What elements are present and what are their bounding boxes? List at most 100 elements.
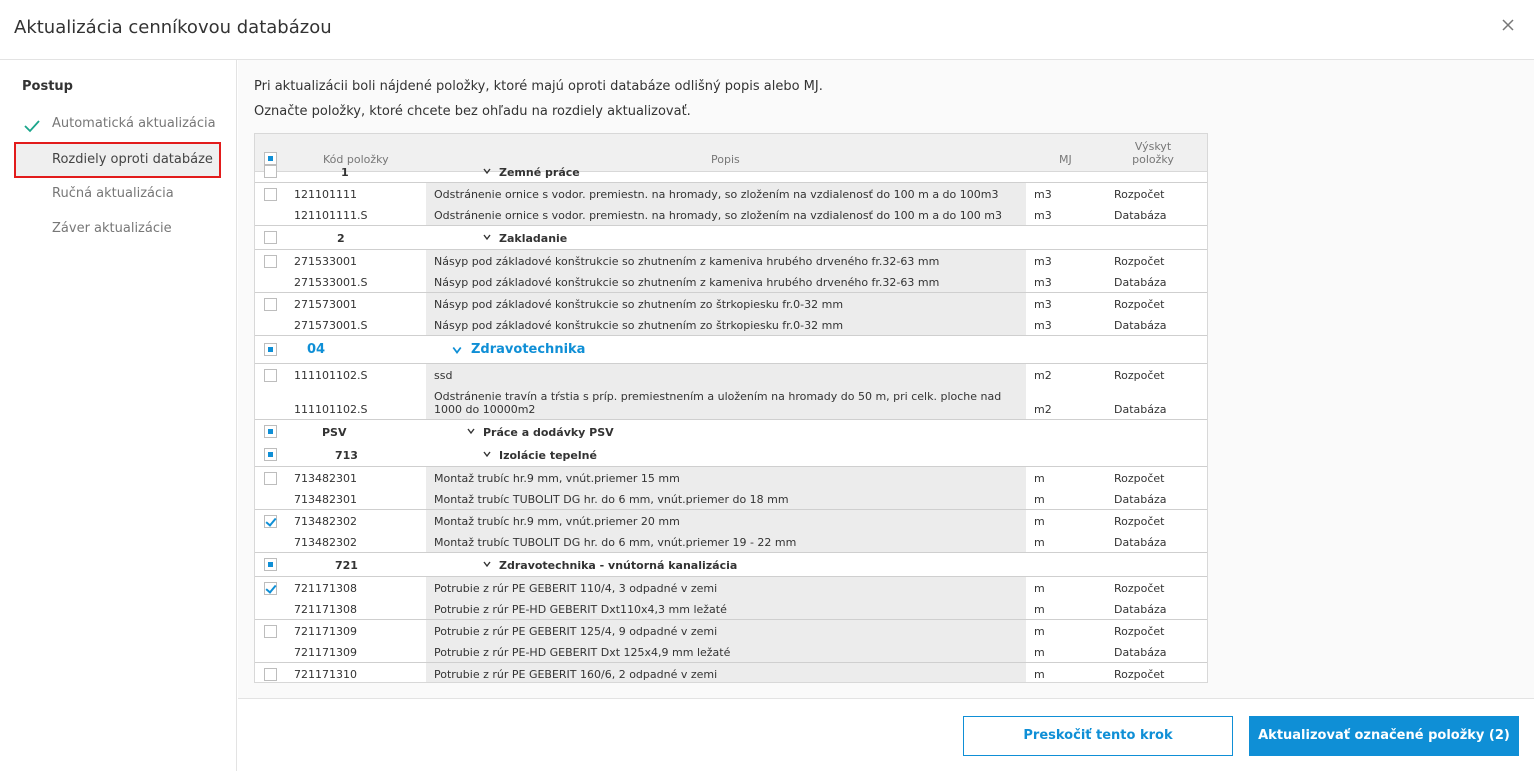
step-manual-update[interactable]: Ručná aktualizácia [52,186,174,201]
item-description: Potrubie z rúr PE GEBERIT 160/6, 2 odpad… [434,668,718,681]
steps-sidebar: Postup Automatická aktualizácia Rozdiely… [0,60,237,771]
dialog-title: Aktualizácia cenníkovou databázou [14,17,332,38]
chevron-down-icon[interactable] [467,427,475,435]
table-row: 111101102.S ssd m2 Rozpočet 111101102.S … [255,364,1207,419]
row-checkbox[interactable] [264,582,277,595]
item-source: Rozpočet [1114,369,1165,382]
chevron-down-icon[interactable] [452,345,462,355]
item-unit: m3 [1034,319,1052,332]
group-name: Zemné práce [499,166,580,179]
item-code: 271533001 [294,255,357,268]
item-code: 271533001.S [294,276,368,289]
group-name: Zdravotechnika - vnútorná kanalizácia [499,559,738,572]
item-description: Potrubie z rúr PE-HD GEBERIT Dxt110x4,3 … [434,603,727,616]
group-row: 721 Zdravotechnika - vnútorná kanalizáci… [255,553,1207,576]
item-code: 713482302 [294,536,357,549]
item-code: 271573001.S [294,319,368,332]
step-automatic-update[interactable]: Automatická aktualizácia [52,116,216,131]
item-unit: m [1034,603,1045,616]
differences-table: Kód položky Popis MJ Výskyt položky 1 Ze… [254,133,1208,683]
item-source: Rozpočet [1114,298,1165,311]
item-description: Potrubie z rúr PE GEBERIT 110/4, 3 odpad… [434,582,718,595]
row-checkbox[interactable] [264,343,277,356]
item-source: Rozpočet [1114,472,1165,485]
column-header-occurrence: Výskyt položky [1132,140,1174,166]
item-unit: m3 [1034,298,1052,311]
item-code: 721171308 [294,603,357,616]
item-source: Databáza [1114,403,1167,416]
item-code: 111101102.S [294,369,368,382]
main-content: Pri aktualizácii boli nájdené položky, k… [238,60,1534,698]
checkmark-icon [24,118,40,133]
row-checkbox[interactable] [264,448,277,461]
row-checkbox[interactable] [264,472,277,485]
item-code: 721171309 [294,625,357,638]
step-update-conclusion[interactable]: Záver aktualizácie [52,221,172,236]
item-code: 121101111 [294,188,357,201]
row-checkbox[interactable] [264,625,277,638]
row-checkbox[interactable] [264,425,277,438]
item-unit: m [1034,515,1045,528]
item-source: Databáza [1114,493,1167,506]
table-row: 721171309 Potrubie z rúr PE GEBERIT 125/… [255,620,1207,662]
item-description: Násyp pod základové konštrukcie so zhutn… [434,255,940,268]
update-selected-button[interactable]: Aktualizovať označené položky (2) [1249,716,1519,756]
item-code: 713482301 [294,493,357,506]
item-source: Rozpočet [1114,625,1165,638]
item-description: Násyp pod základové konštrukcie so zhutn… [434,319,844,332]
row-checkbox[interactable] [264,298,277,311]
item-unit: m2 [1034,369,1052,382]
item-source: Databáza [1114,209,1167,222]
group-row: 1 Zemné práce [255,164,1207,180]
item-unit: m [1034,493,1045,506]
section-row: 04 Zdravotechnika [255,336,1207,363]
skip-step-button[interactable]: Preskočiť tento krok [963,716,1233,756]
item-unit: m [1034,472,1045,485]
table-row: 271533001 Násyp pod základové konštrukci… [255,250,1207,292]
item-description: Montaž trubíc hr.9 mm, vnút.priemer 20 m… [434,515,680,528]
item-description: Odstránenie ornice s vodor. premiestn. n… [434,188,999,201]
item-unit: m [1034,536,1045,549]
item-unit: m3 [1034,209,1052,222]
chevron-down-icon[interactable] [483,450,491,458]
item-source: Rozpočet [1114,515,1165,528]
row-checkbox[interactable] [264,369,277,382]
item-source: Rozpočet [1114,255,1165,268]
item-code: 111101102.S [294,403,368,416]
step-differences-label: Rozdiely oproti databáze [52,152,213,167]
item-unit: m [1034,646,1045,659]
item-unit: m [1034,582,1045,595]
close-icon[interactable] [1500,17,1516,33]
row-checkbox[interactable] [264,231,277,244]
item-code: 271573001 [294,298,357,311]
item-source: Databáza [1114,319,1167,332]
section-name: Zdravotechnika [471,342,586,357]
row-checkbox[interactable] [264,165,277,178]
item-code: 721171309 [294,646,357,659]
row-checkbox[interactable] [264,255,277,268]
table-row: 121101111 Odstránenie ornice s vodor. pr… [255,183,1207,225]
chevron-down-icon[interactable] [483,233,491,241]
row-checkbox[interactable] [264,558,277,571]
row-checkbox[interactable] [264,515,277,528]
group-code: 2 [337,232,345,245]
dialog-header: Aktualizácia cenníkovou databázou [0,0,1534,60]
dialog-footer: Preskočiť tento krok Aktualizovať označe… [238,698,1534,771]
row-checkbox[interactable] [264,188,277,201]
table-row: 721171310 Potrubie z rúr PE GEBERIT 160/… [255,663,1207,682]
item-source: Rozpočet [1114,582,1165,595]
row-checkbox[interactable] [264,668,277,681]
group-name: Zakladanie [499,232,568,245]
chevron-down-icon[interactable] [483,560,491,568]
chevron-down-icon[interactable] [483,167,491,175]
section-code: 04 [307,342,326,357]
group-row: 2 Zakladanie [255,226,1207,249]
item-code: 121101111.S [294,209,368,222]
item-code: 713482301 [294,472,357,485]
group-code: PSV [322,426,347,439]
step-differences[interactable]: Rozdiely oproti databáze [14,142,221,178]
table-row: 713482302 Montaž trubíc hr.9 mm, vnút.pr… [255,510,1207,552]
item-source: Databáza [1114,276,1167,289]
item-description: Potrubie z rúr PE-HD GEBERIT Dxt 125x4,9… [434,646,731,659]
item-description: Odstránenie travín a tŕstia s príp. prem… [434,390,1002,416]
